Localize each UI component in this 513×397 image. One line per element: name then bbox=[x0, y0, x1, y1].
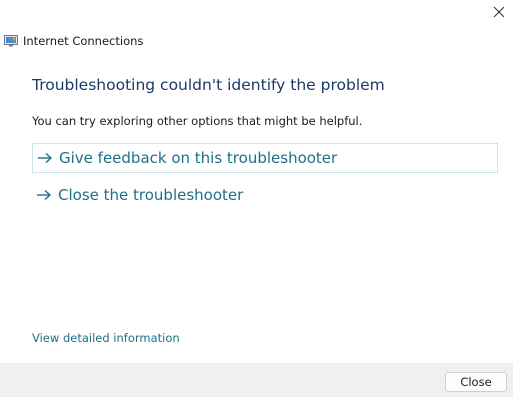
arrow-right-icon bbox=[36, 189, 52, 201]
arrow-right-icon bbox=[37, 152, 53, 164]
app-title: Internet Connections bbox=[23, 34, 144, 48]
troubleshooter-dialog: Internet Connections Troubleshooting cou… bbox=[0, 0, 513, 397]
page-subtext: You can try exploring other options that… bbox=[32, 114, 363, 128]
view-detailed-information-link[interactable]: View detailed information bbox=[32, 331, 180, 345]
title-row: Internet Connections bbox=[4, 33, 143, 49]
close-troubleshooter-link[interactable]: Close the troubleshooter bbox=[32, 180, 498, 210]
option-label: Give feedback on this troubleshooter bbox=[59, 149, 338, 167]
page-heading: Troubleshooting couldn't identify the pr… bbox=[32, 76, 385, 94]
option-label: Close the troubleshooter bbox=[58, 186, 244, 204]
dialog-footer: Close bbox=[0, 363, 513, 397]
close-icon[interactable] bbox=[491, 4, 507, 20]
give-feedback-link[interactable]: Give feedback on this troubleshooter bbox=[32, 143, 498, 173]
close-button[interactable]: Close bbox=[445, 372, 507, 392]
network-connections-icon bbox=[4, 35, 23, 47]
